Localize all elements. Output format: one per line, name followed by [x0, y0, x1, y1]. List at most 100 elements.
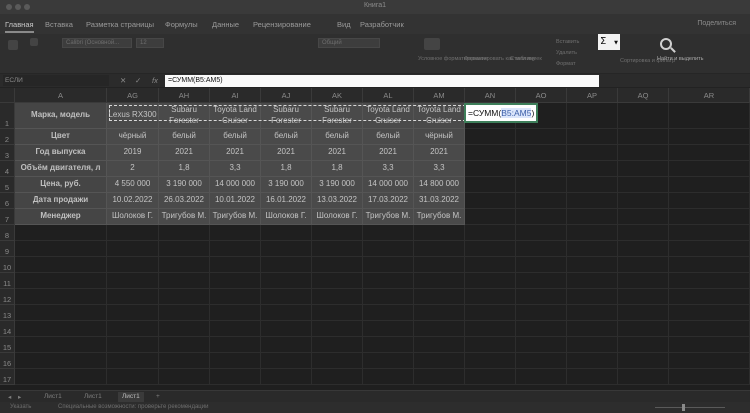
data-cell[interactable]: 14 000 000: [210, 177, 261, 193]
grid-cell[interactable]: [261, 305, 312, 321]
select-all-corner[interactable]: [0, 88, 15, 103]
grid-cell[interactable]: [618, 241, 669, 257]
grid-cell[interactable]: [312, 241, 363, 257]
font-name-select[interactable]: Calibri (Основной...: [62, 38, 132, 48]
delete-cells-button[interactable]: Удалить: [556, 50, 577, 56]
data-cell[interactable]: Шолоков Г.: [107, 209, 159, 225]
column-header[interactable]: AK: [312, 88, 363, 103]
data-cell[interactable]: 16.01.2022: [261, 193, 312, 209]
row-header[interactable]: 10: [0, 257, 15, 273]
grid-cell[interactable]: [312, 369, 363, 385]
data-cell[interactable]: Toyota Land Cruiser: [414, 103, 465, 129]
grid-cell[interactable]: [516, 321, 567, 337]
grid-cell[interactable]: [669, 257, 750, 273]
data-cell[interactable]: Subaru Forester: [312, 103, 363, 129]
accessibility-status[interactable]: Специальные возможности: проверьте реком…: [58, 404, 208, 410]
conditional-format-icon[interactable]: [424, 38, 440, 50]
data-cell[interactable]: 3 190 000: [159, 177, 210, 193]
grid-cell[interactable]: [669, 321, 750, 337]
grid-cell[interactable]: [210, 321, 261, 337]
grid-cell[interactable]: [414, 225, 465, 241]
grid-cell[interactable]: [414, 369, 465, 385]
data-cell[interactable]: 3 190 000: [312, 177, 363, 193]
grid-cell[interactable]: [159, 353, 210, 369]
grid-cell[interactable]: [312, 305, 363, 321]
grid-cell[interactable]: [618, 353, 669, 369]
column-header[interactable]: A: [15, 88, 107, 103]
share-button[interactable]: Поделиться: [697, 20, 736, 27]
tab-home[interactable]: Главная: [5, 20, 34, 33]
grid-cell[interactable]: [159, 241, 210, 257]
grid-cell[interactable]: [618, 225, 669, 241]
grid-cell[interactable]: [107, 321, 159, 337]
grid-cell[interactable]: [107, 305, 159, 321]
row-header[interactable]: 15: [0, 337, 15, 353]
column-header[interactable]: AJ: [261, 88, 312, 103]
grid-cell[interactable]: [669, 289, 750, 305]
row-label-cell[interactable]: Дата продажи: [15, 193, 107, 209]
data-cell[interactable]: Тригубов М.: [159, 209, 210, 225]
grid-cell[interactable]: [261, 257, 312, 273]
data-cell[interactable]: белый: [261, 129, 312, 145]
data-cell[interactable]: 2021: [261, 145, 312, 161]
cancel-icon[interactable]: ✕: [120, 76, 126, 85]
sheet-tab-active[interactable]: Лист1: [118, 392, 144, 402]
grid-cell[interactable]: [465, 225, 516, 241]
grid-cell[interactable]: [15, 369, 107, 385]
grid-cell[interactable]: [210, 353, 261, 369]
number-format-select[interactable]: Общий: [318, 38, 380, 48]
grid-cell[interactable]: [465, 177, 516, 193]
grid-cell[interactable]: [669, 305, 750, 321]
grid-cell[interactable]: [516, 209, 567, 225]
grid-cell[interactable]: [363, 225, 414, 241]
active-cell-editor[interactable]: =СУММ(B5:AM5): [464, 103, 538, 123]
grid-cell[interactable]: [669, 241, 750, 257]
data-cell[interactable]: 14 000 000: [363, 177, 414, 193]
grid-cell[interactable]: [567, 257, 618, 273]
row-label-cell[interactable]: Год выпуска: [15, 145, 107, 161]
data-cell[interactable]: Тригубов М.: [210, 209, 261, 225]
grid-cell[interactable]: [210, 273, 261, 289]
data-cell[interactable]: Toyota Land Cruiser: [363, 103, 414, 129]
data-cell[interactable]: 26.03.2022: [159, 193, 210, 209]
grid-cell[interactable]: [107, 273, 159, 289]
row-label-cell[interactable]: Менеджер: [15, 209, 107, 225]
data-cell[interactable]: чёрный: [414, 129, 465, 145]
grid-cell[interactable]: [567, 177, 618, 193]
grid-cell[interactable]: [107, 241, 159, 257]
grid-cell[interactable]: [363, 257, 414, 273]
grid-cell[interactable]: [210, 337, 261, 353]
data-cell[interactable]: 10.01.2022: [210, 193, 261, 209]
grid-cell[interactable]: [669, 103, 750, 129]
grid-cell[interactable]: [669, 193, 750, 209]
grid-cell[interactable]: [567, 241, 618, 257]
grid-cell[interactable]: [414, 305, 465, 321]
grid-cell[interactable]: [567, 305, 618, 321]
grid-cell[interactable]: [159, 369, 210, 385]
grid-cell[interactable]: [516, 305, 567, 321]
grid-cell[interactable]: [567, 129, 618, 145]
grid-cell[interactable]: [414, 337, 465, 353]
grid-cell[interactable]: [107, 353, 159, 369]
grid-cell[interactable]: [261, 225, 312, 241]
data-cell[interactable]: 2019: [107, 145, 159, 161]
function-icon[interactable]: fx: [152, 76, 158, 85]
grid-cell[interactable]: [261, 353, 312, 369]
grid-cell[interactable]: [210, 257, 261, 273]
grid-cell[interactable]: [159, 321, 210, 337]
search-icon[interactable]: [660, 38, 672, 50]
grid-cell[interactable]: [159, 337, 210, 353]
column-header[interactable]: AG: [107, 88, 159, 103]
grid-cell[interactable]: [15, 257, 107, 273]
grid-cell[interactable]: [465, 305, 516, 321]
grid-cell[interactable]: [567, 209, 618, 225]
grid-cell[interactable]: [363, 321, 414, 337]
grid-cell[interactable]: [465, 321, 516, 337]
row-header[interactable]: 11: [0, 273, 15, 289]
data-cell[interactable]: 2: [107, 161, 159, 177]
grid-cell[interactable]: [567, 145, 618, 161]
find-select-button[interactable]: Найти и выделить: [657, 56, 703, 62]
grid-cell[interactable]: [363, 305, 414, 321]
grid-cell[interactable]: [465, 257, 516, 273]
grid-cell[interactable]: [312, 225, 363, 241]
